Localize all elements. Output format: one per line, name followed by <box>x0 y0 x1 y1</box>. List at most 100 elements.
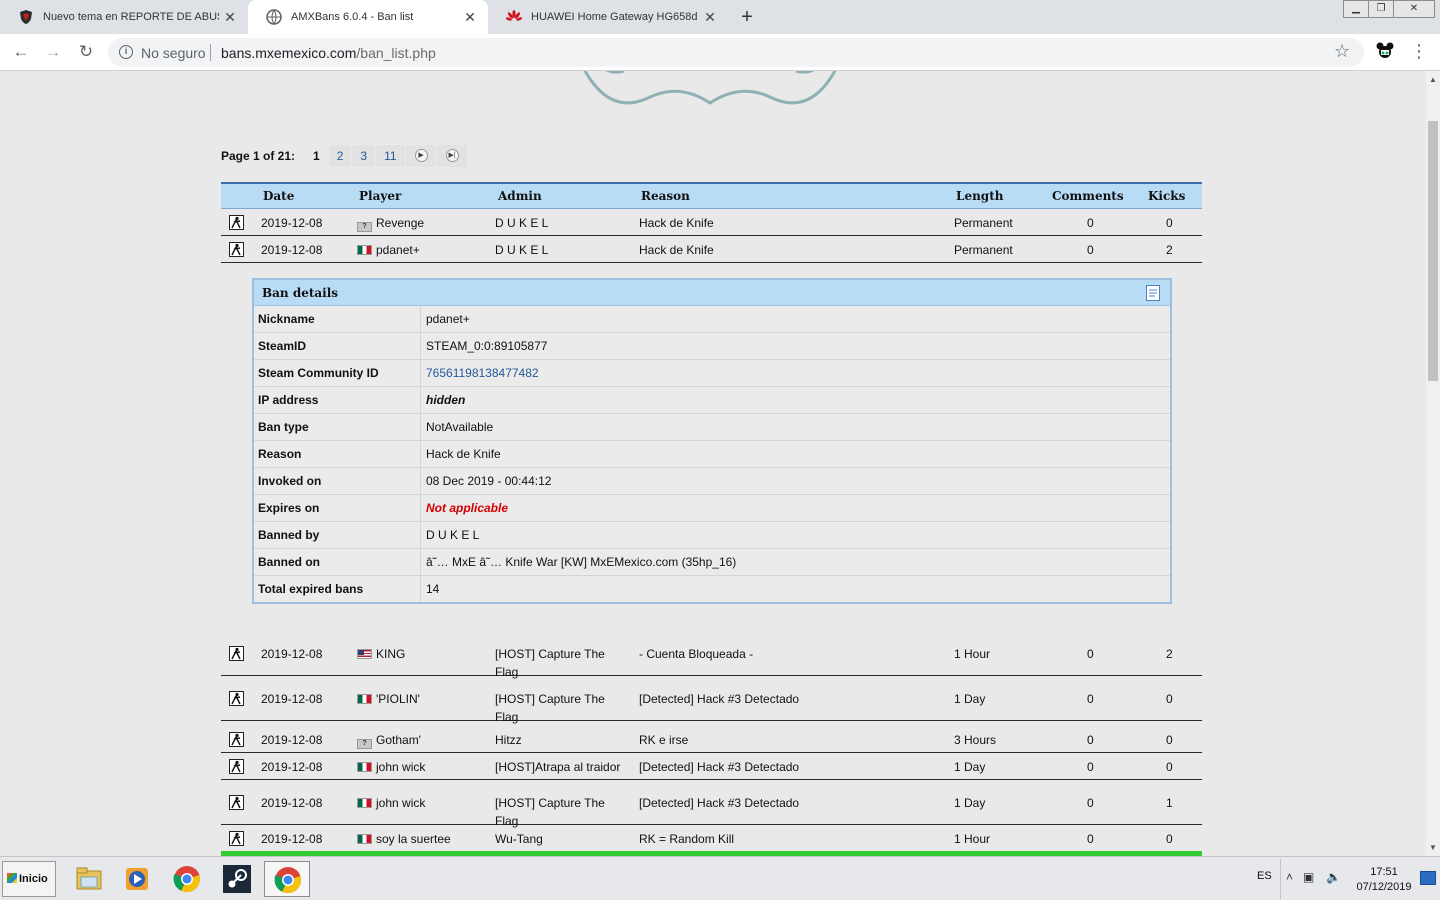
counter-strike-icon[interactable] <box>229 214 244 230</box>
page-scrollbar[interactable]: ▲ ▼ <box>1426 71 1440 856</box>
restore-button[interactable]: ❐ <box>1368 0 1394 18</box>
col-admin[interactable]: Admin <box>498 189 542 203</box>
extension-icon[interactable] <box>1376 42 1394 60</box>
new-tab-button[interactable]: + <box>736 6 758 28</box>
counter-strike-icon[interactable] <box>229 690 244 706</box>
cell-reason: Hack de Knife <box>639 241 714 259</box>
menu-dots-icon[interactable]: ⋮ <box>1410 39 1428 63</box>
page-link-11[interactable]: 11 <box>376 145 405 167</box>
scroll-thumb[interactable] <box>1428 121 1438 381</box>
reload-icon[interactable]: ↻ <box>74 40 98 64</box>
counter-strike-icon[interactable] <box>229 731 244 747</box>
reason-text: RK = Random Kill <box>639 831 735 846</box>
cell-kicks: 0 <box>1166 731 1173 749</box>
kicks-text: 0 <box>1166 691 1173 706</box>
taskbar-explorer[interactable] <box>66 861 112 897</box>
folder-icon <box>76 867 102 890</box>
table-row[interactable]: 2019-12-08 john wick [HOST]Atrapa al traid… <box>221 753 1202 780</box>
taskbar-chrome[interactable] <box>164 861 210 897</box>
info-icon[interactable]: i <box>119 45 133 59</box>
network-icon[interactable]: ▣ <box>1303 870 1314 884</box>
tab-amxbans[interactable]: AMXBans 6.0.4 - Ban list ✕ <box>248 0 488 34</box>
cell-player: john wick <box>357 758 425 776</box>
table-row[interactable]: 2019-12-08? Revenge D U K E L Hack de Knife… <box>221 209 1202 236</box>
table-row[interactable]: 2019-12-08? Gotham' Hitzz RK e irse 3 Hours 0… <box>221 726 1202 753</box>
close-icon[interactable]: ✕ <box>702 9 718 25</box>
kicks-text: 1 <box>1166 795 1173 810</box>
table-row[interactable]: 2019-12-08 pdanet+ D U K E L Hack de Knife P… <box>221 236 1202 263</box>
counter-strike-icon[interactable] <box>229 794 244 810</box>
cell-reason: - Cuenta Bloqueada - <box>639 645 753 663</box>
counter-strike-icon[interactable] <box>229 645 244 661</box>
close-icon[interactable]: ✕ <box>222 9 238 25</box>
page-link-2[interactable]: 2 <box>328 145 352 167</box>
bookmark-star-icon[interactable]: ☆ <box>1334 41 1350 62</box>
chevron-up-icon[interactable]: ˄ <box>1286 870 1293 884</box>
col-player[interactable]: Player <box>359 189 401 203</box>
col-length[interactable]: Length <box>956 189 1003 203</box>
length-text: 1 Hour <box>954 831 991 846</box>
minimize-button[interactable]: ▁ <box>1343 0 1369 18</box>
admin-text: Hitzz <box>495 732 522 747</box>
taskbar-steam[interactable] <box>214 861 260 897</box>
comments-text: 0 <box>1087 215 1094 230</box>
scroll-up-icon[interactable]: ▲ <box>1428 75 1438 84</box>
table-row[interactable]: 2019-12-08 john wick [HOST] Capture The Fl… <box>221 780 1202 828</box>
ban-table: Date Player Admin Reason Length Comments… <box>221 182 1202 209</box>
counter-strike-icon[interactable] <box>229 241 244 257</box>
url-text[interactable]: bans.mxemexico.com/ban_list.php <box>221 45 436 61</box>
steam-community-link[interactable]: 76561198138477482 <box>426 366 539 380</box>
tab-huawei[interactable]: HUAWEI Home Gateway HG658d ✕ <box>488 0 728 34</box>
start-button[interactable]: Inicio <box>2 861 56 897</box>
kicks-text: 0 <box>1166 759 1173 774</box>
page-content: Page 1 of 21: 1 2 3 11 ▶ ▶| Date Player … <box>0 71 1426 856</box>
cell-player: pdanet+ <box>357 241 420 259</box>
security-label[interactable]: No seguro <box>141 45 206 61</box>
detail-label: Reason <box>258 447 302 461</box>
last-page-button[interactable]: ▶| <box>436 145 467 167</box>
clock-time: 17:51 <box>1370 866 1398 878</box>
address-bar[interactable]: i No seguro bans.mxemexico.com/ban_list.… <box>108 38 1364 67</box>
volume-icon[interactable]: 🔈 <box>1326 870 1341 884</box>
reason-text: - Cuenta Bloqueada - <box>639 646 754 661</box>
tab-title: HUAWEI Home Gateway HG658d <box>531 11 698 23</box>
col-date[interactable]: Date <box>263 189 294 203</box>
back-arrow-icon[interactable]: ← <box>9 40 33 64</box>
col-comments[interactable]: Comments <box>1052 189 1124 203</box>
detail-value: 08 Dec 2019 - 00:44:12 <box>426 474 552 488</box>
tab-title: AMXBans 6.0.4 - Ban list <box>291 11 414 23</box>
forward-arrow-icon[interactable]: → <box>41 40 65 64</box>
next-page-button[interactable]: ▶ <box>405 145 436 167</box>
detail-value: 14 <box>426 582 440 596</box>
close-window-button[interactable]: ✕ <box>1393 0 1435 18</box>
cell-admin: D U K E L <box>495 214 629 232</box>
admin-text: [HOST] Capture The Flag <box>495 691 605 724</box>
tab-reporte[interactable]: Nuevo tema en REPORTE DE ABUSO ✕ <box>0 0 248 34</box>
admin-text: [HOST] Capture The Flag <box>495 795 605 828</box>
chrome-page-icon <box>266 9 282 25</box>
taskbar-media-player[interactable] <box>114 861 160 897</box>
col-reason[interactable]: Reason <box>641 189 690 203</box>
table-row[interactable]: 2019-12-08 'PIOLIN' [HOST] Capture The Fla… <box>221 676 1202 724</box>
system-clock[interactable]: 17:51 07/12/2019 <box>1352 865 1416 895</box>
counter-strike-icon[interactable] <box>229 830 244 846</box>
language-indicator[interactable]: ES <box>1257 870 1272 882</box>
table-row[interactable]: 2019-12-08 KING [HOST] Capture The Flag - C… <box>221 631 1202 679</box>
cell-admin: Hitzz <box>495 731 629 749</box>
col-kicks[interactable]: Kicks <box>1148 189 1185 203</box>
detail-row: SteamID STEAM_0:0:89105877 <box>254 333 1170 360</box>
kicks-text: 0 <box>1166 732 1173 747</box>
close-icon[interactable]: ✕ <box>462 9 478 25</box>
show-desktop-button[interactable] <box>1420 871 1436 885</box>
page-link-3[interactable]: 3 <box>352 145 376 167</box>
ban-details-rows: Nickname pdanet+ SteamID STEAM_0:0:89105877… <box>254 306 1170 603</box>
scroll-down-icon[interactable]: ▼ <box>1428 843 1438 852</box>
table-row[interactable]: 2019-12-08 soy la suertee Wu-Tang RK = Rand… <box>221 825 1202 852</box>
detail-value: â˜… MxE â˜… Knife War [KW] MxEMexico.com… <box>426 555 737 569</box>
counter-strike-icon[interactable] <box>229 758 244 774</box>
document-icon[interactable] <box>1146 285 1160 301</box>
taskbar-chrome-active[interactable] <box>264 861 310 897</box>
cell-reason: Hack de Knife <box>639 214 714 232</box>
player-text: KING <box>376 646 406 661</box>
kicks-text: 2 <box>1166 646 1173 661</box>
